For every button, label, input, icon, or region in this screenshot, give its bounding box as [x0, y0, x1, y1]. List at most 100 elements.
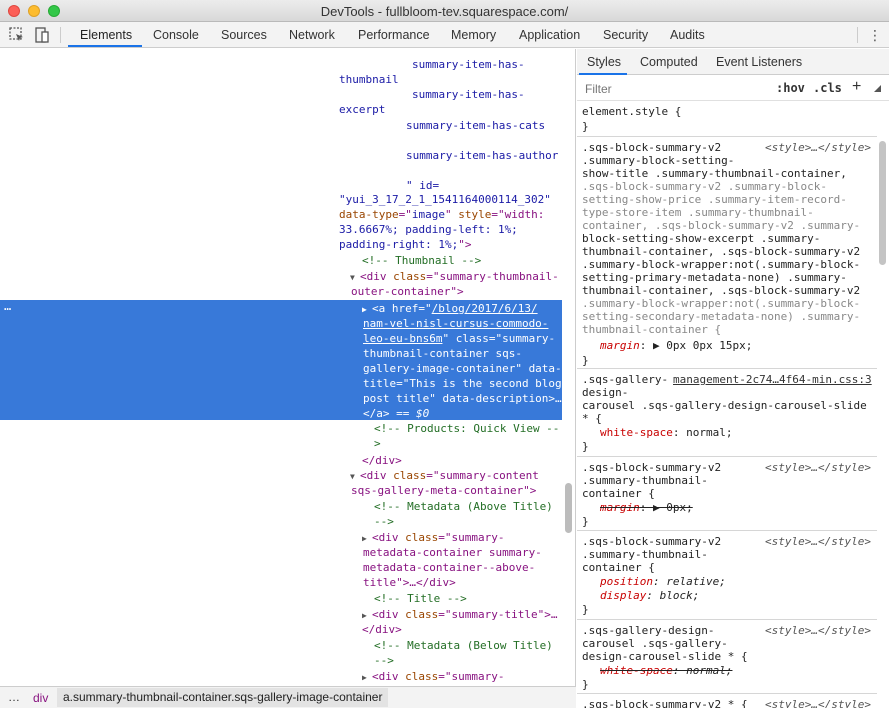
rule-selector[interactable]: .sqs-block-summary-v2 — [582, 461, 721, 474]
tree-line: summary-item-has- — [412, 88, 525, 101]
tree-node-div[interactable]: ▶ <div class="summary- — [362, 530, 504, 545]
css-property[interactable]: white-space: normal; — [600, 426, 732, 439]
rule-selector: .summary-block-wrapper:not(.summary-bloc… — [582, 258, 861, 271]
tab-performance[interactable]: Performance — [358, 28, 430, 42]
tree-line: --> — [374, 654, 394, 667]
tree-line: sqs-gallery-meta-container"> — [351, 484, 537, 497]
elements-tree-panel[interactable]: summary-item-has- thumbnail summary-item… — [0, 49, 576, 686]
tree-line: excerpt — [339, 103, 386, 116]
tab-console[interactable]: Console — [153, 28, 199, 42]
css-property[interactable]: display: block; — [600, 589, 699, 602]
rule-selector[interactable]: .sqs-gallery- — [582, 373, 668, 386]
tree-line: metadata-container summary- — [363, 546, 542, 559]
rule-selector: .sqs-block-summary-v2 .summary-block- — [582, 180, 828, 193]
rule-close: } — [582, 603, 589, 616]
tab-memory[interactable]: Memory — [451, 28, 496, 42]
rule-selector: design- — [582, 386, 629, 399]
rule-close: } — [582, 515, 589, 528]
tab-audits[interactable]: Audits — [670, 28, 705, 42]
rule-source-link[interactable]: <style>…</style> — [765, 535, 871, 548]
tab-elements[interactable]: Elements — [80, 28, 132, 42]
tree-line: <!-- Thumbnail --> — [362, 254, 482, 267]
tab-computed[interactable]: Computed — [640, 55, 698, 69]
breadcrumb-item-div[interactable]: div — [33, 691, 48, 705]
rule-source-link[interactable]: <style>…</style> — [765, 624, 871, 637]
tree-line: post title" data-description>… — [363, 392, 562, 405]
style-rule-element: element.style { } — [577, 101, 877, 137]
css-property[interactable]: position: relative; — [600, 575, 726, 588]
css-property[interactable]: margin: ▶ 0px 0px 15px; — [600, 339, 752, 352]
tree-line: data-type="image" style="width: — [339, 208, 545, 221]
rule-selector: carousel .sqs-gallery- — [582, 637, 728, 650]
rule-source-link[interactable]: management-2c74…4f64-min.css:3 — [673, 373, 872, 386]
tab-network[interactable]: Network — [289, 28, 335, 42]
css-property-overridden[interactable]: white-space: normal; — [600, 664, 732, 677]
rule-selector: setting-secondary-metadata-none) .summar… — [582, 310, 861, 323]
tree-node-div[interactable]: ▶ <div class="summary- — [362, 669, 504, 684]
tab-event-listeners[interactable]: Event Listeners — [716, 55, 802, 69]
tree-line: > — [374, 437, 381, 450]
rule-source-link[interactable]: <style>…</style> — [765, 141, 871, 154]
rule-selector: thumbnail-container { — [582, 323, 722, 336]
device-toolbar-icon[interactable] — [33, 26, 51, 44]
rule-selector[interactable]: .sqs-block-summary-v2 * { — [582, 698, 748, 708]
tab-sources[interactable]: Sources — [221, 28, 267, 42]
tree-line: summary-item-has- — [412, 58, 525, 71]
more-options-icon[interactable]: ⋮ — [868, 28, 882, 44]
new-rule-button[interactable]: + — [852, 78, 861, 96]
styles-sidebar: Styles Computed Event Listeners :hov .cl… — [577, 49, 889, 708]
rule-selector: setting-show-price .summary-item-record- — [582, 193, 847, 206]
tree-node-div[interactable]: ▼ <div class="summary-content — [350, 468, 539, 483]
tree-line: gallery-image-container" data- — [363, 362, 562, 375]
tab-styles[interactable]: Styles — [587, 55, 621, 69]
styles-filter-bar: :hov .cls + — [577, 76, 889, 101]
devtools-toolbar: Elements Console Sources Network Perform… — [0, 22, 889, 48]
rule-close: } — [582, 678, 589, 691]
styles-scrollbar[interactable] — [879, 141, 886, 265]
tab-application[interactable]: Application — [519, 28, 580, 42]
breadcrumb-overflow[interactable]: … — [8, 690, 20, 704]
rule-selector: thumbnail-container, .sqs-block-summary-… — [582, 245, 861, 258]
rule-selector: .summary-block-setting- — [582, 154, 735, 167]
rule-selector: .summary-thumbnail- — [582, 548, 708, 561]
tree-line: summary-item-has-cats — [406, 119, 546, 132]
rule-selector[interactable]: element.style { — [582, 105, 681, 118]
hov-toggle[interactable]: :hov — [776, 81, 805, 95]
tree-line: <!-- Metadata (Below Title) — [374, 639, 553, 652]
tree-line: " id= — [406, 179, 440, 192]
tree-line: </a> == $0 — [363, 407, 430, 420]
window-titlebar: DevTools - fullbloom-tev.squarespace.com… — [0, 0, 889, 22]
rule-close: } — [582, 440, 589, 453]
tree-line: padding-right: 1%;"> — [339, 238, 472, 251]
rule-selector[interactable]: .sqs-block-summary-v2 — [582, 141, 721, 154]
node-options-icon[interactable]: … — [4, 299, 11, 313]
tree-line: <!-- Metadata (Above Title) — [374, 500, 553, 513]
styles-tabbar: Styles Computed Event Listeners — [577, 49, 889, 75]
css-property-overridden[interactable]: margin: ▶ 0px; — [600, 501, 693, 514]
rule-selector: design-carousel-slide * { — [582, 650, 748, 663]
rule-selector[interactable]: .sqs-gallery-design- — [582, 624, 714, 637]
tab-security[interactable]: Security — [603, 28, 648, 42]
active-tab-indicator — [68, 45, 142, 47]
style-rule: <style>…</style> .sqs-block-summary-v2 .… — [577, 458, 877, 531]
rule-selector: carousel .sqs-gallery-design-carousel-sl… — [582, 399, 867, 412]
selected-node-a[interactable]: ▶ <a href="/blog/2017/6/13/ — [362, 301, 538, 316]
rule-close: } — [582, 354, 589, 367]
elements-scrollbar[interactable] — [565, 483, 572, 533]
tree-line: <!-- Title --> — [374, 592, 467, 605]
breadcrumb-item-current[interactable]: a.summary-thumbnail-container.sqs-galler… — [57, 688, 389, 707]
tree-line: thumbnail-container sqs- — [363, 347, 522, 360]
rule-source-link[interactable]: <style>…</style> — [765, 461, 871, 474]
rule-source-link[interactable]: <style>…</style> — [765, 698, 871, 708]
tree-node-div[interactable]: ▼ <div class="summary-thumbnail- — [350, 269, 559, 284]
rule-selector: container { — [582, 561, 655, 574]
tree-line: <!-- Products: Quick View -- — [374, 422, 560, 435]
tree-node-div[interactable]: ▶ <div class="summary-title">… — [362, 607, 557, 622]
rule-selector: thumbnail-container, .sqs-block-summary-… — [582, 284, 861, 297]
rule-selector[interactable]: .sqs-block-summary-v2 — [582, 535, 721, 548]
inspect-element-icon[interactable] — [8, 26, 26, 44]
cls-toggle[interactable]: .cls — [813, 81, 842, 95]
styles-filter-input[interactable] — [581, 79, 765, 98]
sidebar-toggle-icon[interactable] — [872, 78, 882, 94]
rule-close: } — [582, 120, 589, 133]
